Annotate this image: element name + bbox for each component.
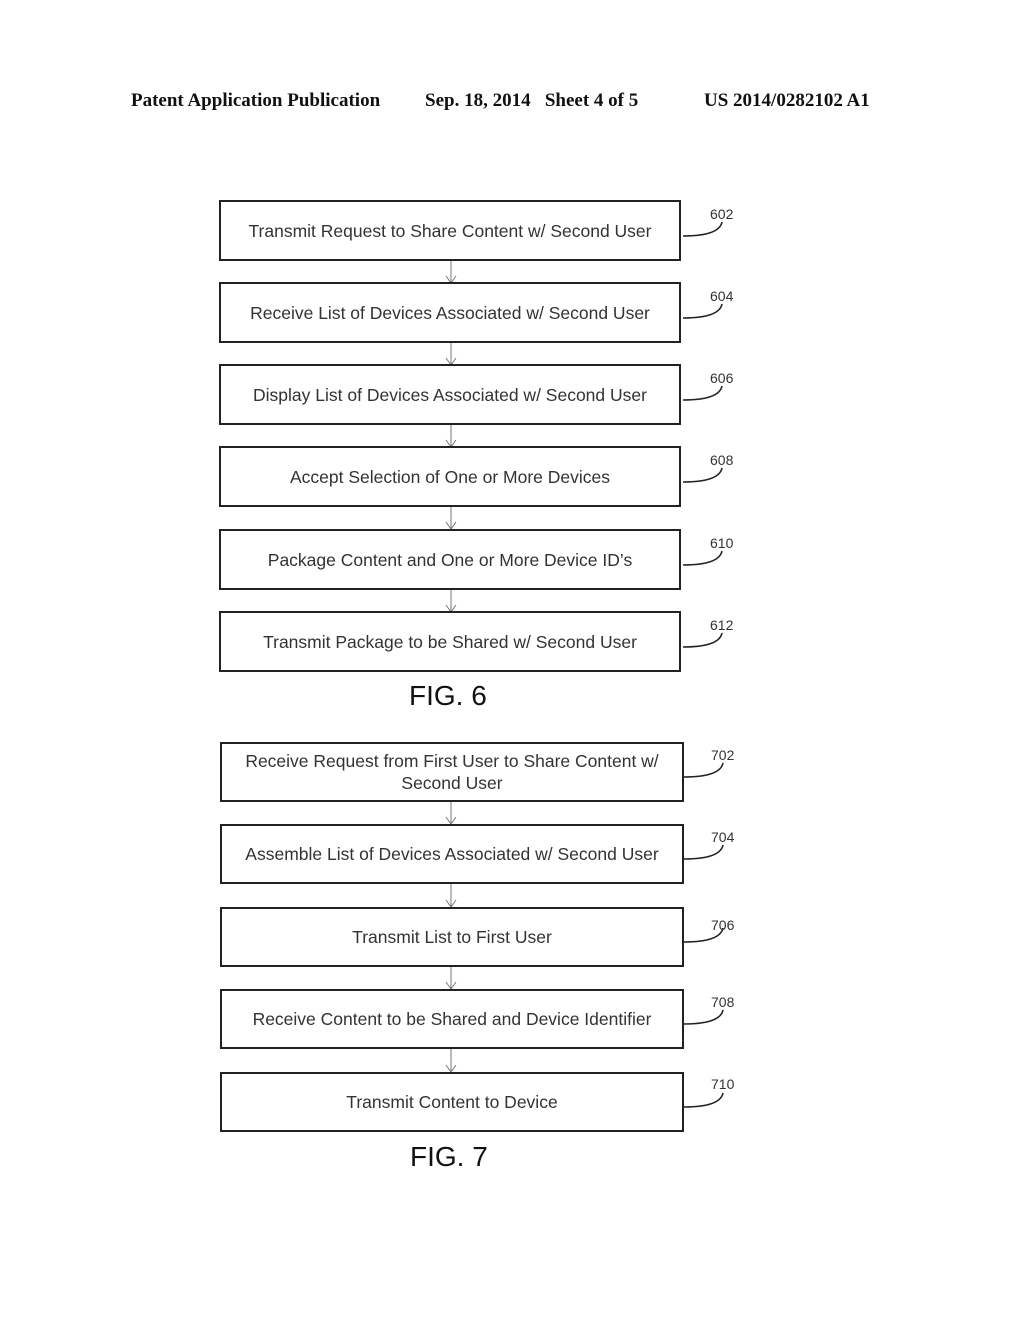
arrow-608-610 — [445, 506, 457, 530]
arrow-610-612 — [445, 588, 457, 613]
step-604-box: Receive List of Devices Associated w/ Se… — [219, 282, 681, 343]
leader-704 — [683, 844, 724, 860]
ref-608: 608 — [710, 452, 734, 468]
arrow-704-706 — [445, 883, 457, 908]
leader-710 — [683, 1092, 724, 1108]
leader-612 — [682, 632, 723, 648]
step-706-box: Transmit List to First User — [220, 907, 684, 967]
step-708-text: Receive Content to be Shared and Device … — [252, 1009, 652, 1029]
leader-610 — [682, 550, 723, 566]
step-608-box: Accept Selection of One or More Devices — [219, 446, 681, 507]
step-702-text: Receive Request from First User to Share… — [245, 751, 659, 793]
ref-708: 708 — [711, 994, 735, 1010]
ref-706: 706 — [711, 917, 735, 933]
ref-710: 710 — [711, 1076, 735, 1092]
step-704-box: Assemble List of Devices Associated w/ S… — [220, 824, 684, 884]
step-602-box: Transmit Request to Share Content w/ Sec… — [219, 200, 681, 261]
leader-608 — [682, 467, 723, 483]
fig7-caption: FIG. 7 — [410, 1141, 488, 1172]
ref-702: 702 — [711, 747, 735, 763]
ref-704: 704 — [711, 829, 735, 845]
arrow-604-606 — [445, 342, 457, 366]
step-606-box: Display List of Devices Associated w/ Se… — [219, 364, 681, 425]
step-702-box: Receive Request from First User to Share… — [220, 742, 684, 802]
arrow-706-708 — [445, 966, 457, 990]
leader-602 — [682, 221, 723, 237]
ref-602: 602 — [710, 206, 734, 222]
arrow-702-704 — [445, 801, 457, 825]
step-706-text: Transmit List to First User — [352, 927, 552, 947]
step-612-text: Transmit Package to be Shared w/ Second … — [263, 631, 637, 652]
leader-702 — [683, 762, 724, 778]
step-602-text: Transmit Request to Share Content w/ Sec… — [248, 220, 652, 241]
step-704-text: Assemble List of Devices Associated w/ S… — [245, 844, 659, 864]
arrow-606-608 — [445, 424, 457, 448]
step-612-box: Transmit Package to be Shared w/ Second … — [219, 611, 681, 672]
leader-604 — [682, 303, 723, 319]
ref-606: 606 — [710, 370, 734, 386]
step-610-text: Package Content and One or More Device I… — [267, 549, 633, 570]
ref-610: 610 — [710, 535, 734, 551]
ref-612: 612 — [710, 617, 734, 633]
step-604-text: Receive List of Devices Associated w/ Se… — [250, 302, 650, 323]
arrow-708-710 — [445, 1048, 457, 1073]
arrow-602-604 — [445, 260, 457, 284]
leader-606 — [682, 385, 723, 401]
step-708-box: Receive Content to be Shared and Device … — [220, 989, 684, 1049]
fig6-caption: FIG. 6 — [409, 680, 487, 711]
leader-708 — [683, 1009, 724, 1025]
step-710-text: Transmit Content to Device — [346, 1092, 558, 1112]
step-710-box: Transmit Content to Device — [220, 1072, 684, 1132]
step-606-text: Display List of Devices Associated w/ Se… — [253, 384, 647, 405]
step-608-text: Accept Selection of One or More Devices — [289, 466, 610, 487]
ref-604: 604 — [710, 288, 734, 304]
step-610-box: Package Content and One or More Device I… — [219, 529, 681, 590]
